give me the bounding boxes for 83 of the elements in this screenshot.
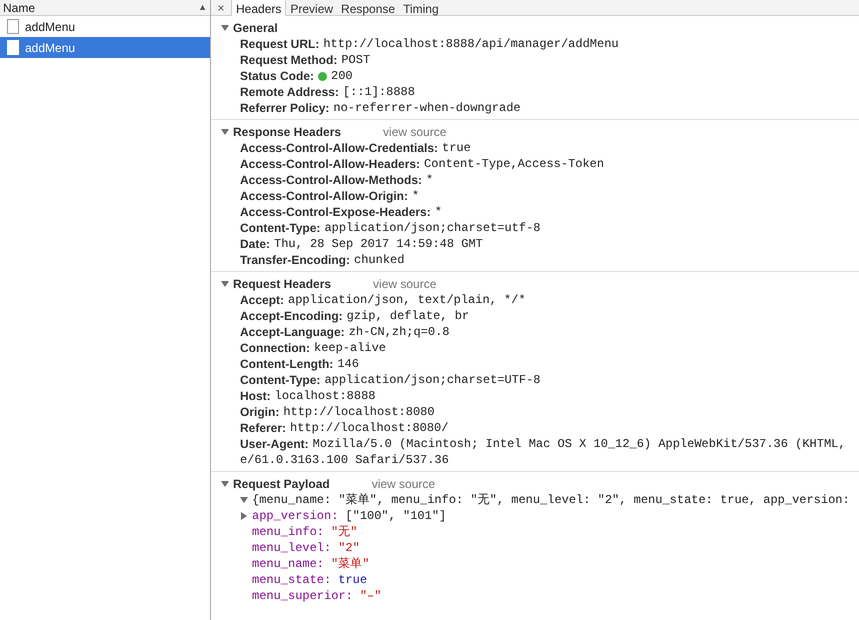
close-button[interactable]: × — [211, 0, 231, 16]
header-value: http://localhost:8080/ — [290, 420, 448, 436]
header-value: POST — [341, 52, 370, 68]
header-name: Status Code: — [240, 68, 314, 84]
header-name: Access-Control-Allow-Headers: — [240, 156, 420, 172]
expanded-triangle-icon[interactable] — [240, 496, 248, 504]
file-icon — [7, 40, 19, 55]
header-value: * — [426, 172, 434, 188]
header-name: Accept-Encoding: — [240, 308, 343, 324]
property-value: ["100", "101"] — [345, 508, 446, 524]
header-value: 146 — [337, 356, 359, 372]
header-value: Thu, 28 Sep 2017 14:59:48 GMT — [274, 236, 483, 252]
header-name: Host: — [240, 388, 271, 404]
header-name: Access-Control-Allow-Methods: — [240, 172, 422, 188]
header-name: Access-Control-Expose-Headers: — [240, 204, 431, 220]
header-value: * — [434, 204, 442, 220]
tab[interactable]: Response — [337, 0, 400, 16]
expanded-triangle-icon[interactable] — [221, 280, 229, 288]
view-source-link[interactable]: view source — [372, 474, 436, 492]
view-source-link[interactable]: view source — [373, 274, 436, 292]
header-value: Mozilla/5.0 (Macintosh; Intel Mac OS X 10_12_6) AppleWebKit/537.36 (KHTML, — [312, 436, 846, 452]
header-name: Date: — [240, 236, 270, 252]
collapsed-triangle-icon[interactable] — [240, 512, 248, 520]
header-name: Request URL: — [240, 36, 320, 52]
property-value: "2" — [338, 540, 360, 556]
header-value: Content-Type,Access-Token — [424, 156, 604, 172]
header-name: Remote Address: — [240, 84, 339, 100]
property-key: app_version: — [252, 508, 338, 524]
header-value: keep-alive — [314, 340, 386, 356]
expanded-triangle-icon[interactable] — [221, 128, 229, 136]
view-source-link[interactable]: view source — [383, 122, 446, 140]
header-value: [::1]:8888 — [342, 84, 415, 100]
expanded-triangle-icon[interactable] — [221, 480, 229, 488]
section-title[interactable]: Request Headers — [233, 274, 332, 292]
header-name: Request Method: — [240, 52, 338, 68]
property-key: menu_name: — [252, 556, 324, 572]
expanded-triangle-icon[interactable] — [221, 24, 229, 32]
column-header[interactable]: Name ▲ — [0, 0, 210, 16]
property-value: "菜单" — [331, 556, 370, 572]
property-value: "–" — [360, 588, 382, 604]
header-name: User-Agent: — [240, 436, 309, 452]
header-name: Content-Length: — [240, 356, 334, 372]
header-value: application/json, text/plain, */* — [288, 292, 526, 308]
header-value: no-referrer-when-downgrade — [333, 100, 521, 116]
header-name: Access-Control-Allow-Credentials: — [240, 140, 438, 156]
header-name: Accept: — [240, 292, 284, 308]
tab[interactable]: Preview — [286, 0, 338, 16]
property-key: menu_state: — [252, 572, 332, 588]
header-name: Connection: — [240, 340, 310, 356]
header-name: Access-Control-Allow-Origin: — [240, 188, 408, 204]
header-value: application/json;charset=utf-8 — [324, 220, 540, 236]
file-icon — [7, 19, 19, 34]
header-value: gzip, deflate, br — [346, 308, 470, 324]
request-item[interactable]: addMenu — [0, 37, 210, 58]
header-name: Referer: — [240, 420, 286, 436]
header-name: Referrer Policy: — [240, 100, 330, 116]
header-value: e/61.0.3163.100 Safari/537.36 — [240, 452, 450, 468]
tab[interactable]: Timing — [399, 0, 443, 16]
header-name: Content-Type: — [240, 372, 320, 388]
header-name: Transfer-Encoding: — [240, 252, 350, 268]
header-name: Accept-Language: — [240, 324, 345, 340]
header-value: true — [442, 140, 471, 156]
sort-arrow[interactable]: ▲ — [198, 0, 207, 14]
property-key: menu_superior: — [252, 588, 353, 604]
section-title[interactable]: Request Payload — [233, 474, 330, 492]
header-value: localhost:8888 — [274, 388, 376, 404]
section-title[interactable]: Response Headers — [233, 122, 342, 140]
header-value: 200 — [331, 68, 353, 84]
tab[interactable]: Headers — [231, 0, 286, 16]
section-title[interactable]: General — [233, 18, 278, 36]
header-value: http://localhost:8080 — [283, 404, 435, 420]
header-name: Origin: — [240, 404, 280, 420]
property-value: true — [338, 572, 368, 588]
property-key: menu_level: — [252, 540, 332, 556]
header-value: application/json;charset=UTF-8 — [324, 372, 540, 388]
payload-summary[interactable]: {menu_name: "菜单", menu_info: "无", menu_level: "2", menu_state: true, app_version: — [252, 492, 850, 508]
header-value: * — [412, 188, 420, 204]
header-value: http://localhost:8888/api/manager/addMenu — [323, 36, 619, 52]
header-value: zh-CN,zh;q=0.8 — [348, 324, 450, 340]
header-value: chunked — [354, 252, 404, 268]
property-key: menu_info: — [252, 524, 324, 540]
property-value: "无" — [331, 524, 358, 540]
header-name: Content-Type: — [240, 220, 320, 236]
